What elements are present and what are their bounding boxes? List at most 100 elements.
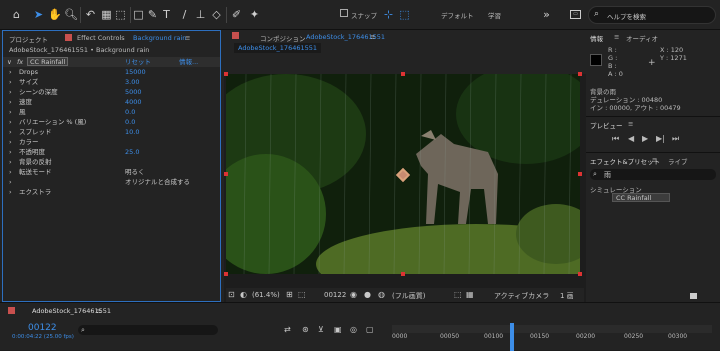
bounding-handle[interactable] bbox=[578, 272, 582, 276]
comp-flow-tab[interactable]: AdobeStock_176461551 bbox=[234, 43, 322, 53]
resolution-select[interactable]: (フル画質) bbox=[392, 291, 425, 301]
panel-menu-icon[interactable]: ≡ bbox=[370, 33, 375, 41]
workspace-default[interactable]: デフォルト bbox=[441, 10, 474, 20]
property-row[interactable]: スプレッド 10.0 › bbox=[3, 127, 220, 137]
roto-brush-icon[interactable]: ✐ bbox=[230, 8, 243, 21]
timeline-search[interactable]: ⌕ bbox=[78, 325, 218, 335]
chevron-right-icon[interactable]: › bbox=[9, 177, 12, 187]
chevron-right-icon[interactable]: › bbox=[9, 167, 12, 177]
camera-tool-icon[interactable]: ▦ bbox=[100, 8, 113, 21]
hand-tool-icon[interactable]: ✋ bbox=[48, 8, 62, 21]
property-row[interactable]: サイズ 3.00 › bbox=[3, 77, 220, 87]
property-value[interactable]: 15000 bbox=[125, 67, 146, 77]
panel-menu-icon[interactable]: ≡ bbox=[614, 33, 619, 41]
property-value[interactable]: 明るく bbox=[125, 167, 145, 177]
roi-icon[interactable]: ⬚ bbox=[454, 290, 462, 299]
anchor-tool-icon[interactable]: ⬚ bbox=[114, 8, 127, 21]
selection-tool-icon[interactable]: ➤ bbox=[32, 8, 45, 21]
rotate-tool-icon[interactable]: ↶ bbox=[84, 8, 97, 21]
channel-icon[interactable]: ◍ bbox=[378, 290, 385, 299]
playhead[interactable] bbox=[510, 323, 514, 351]
pen-tool-icon[interactable]: ✎ bbox=[146, 8, 159, 21]
graph-editor-icon[interactable]: ▢ bbox=[366, 325, 374, 334]
bounding-handle[interactable] bbox=[578, 72, 582, 76]
comp-mini-flow-icon[interactable]: ⇄ bbox=[284, 325, 291, 334]
play-icon[interactable]: ▶ bbox=[642, 134, 648, 143]
property-row[interactable]: 速度 4000 › bbox=[3, 97, 220, 107]
snap-checkbox[interactable] bbox=[340, 9, 348, 17]
bounding-handle[interactable] bbox=[401, 272, 405, 276]
new-folder-icon[interactable] bbox=[690, 293, 697, 299]
property-row[interactable]: 不透明度 25.0 › bbox=[3, 147, 220, 157]
snap-icon[interactable]: ⊹ bbox=[382, 8, 395, 21]
property-value[interactable]: オリジナルと合成する bbox=[125, 177, 190, 187]
first-frame-icon[interactable]: ⏮ bbox=[612, 134, 619, 144]
tab-info[interactable]: 情報 bbox=[590, 33, 603, 43]
property-value[interactable]: 4000 bbox=[125, 97, 142, 107]
reset-button[interactable]: リセット bbox=[125, 57, 151, 67]
property-row[interactable]: Drops 15000 › bbox=[3, 67, 220, 77]
region-icon[interactable]: ⊡ bbox=[228, 290, 235, 299]
stamp-tool-icon[interactable]: ⊥ bbox=[194, 8, 207, 21]
prev-frame-icon[interactable]: ◀ bbox=[628, 134, 634, 143]
timecode[interactable]: 00122 bbox=[324, 291, 346, 299]
tab-audio[interactable]: オーディオ bbox=[626, 33, 658, 43]
property-value[interactable]: 5000 bbox=[125, 87, 142, 97]
tab-project[interactable]: プロジェクト bbox=[9, 34, 48, 44]
help-search-input[interactable]: ヘルプを検索 bbox=[607, 11, 646, 21]
chevron-down-icon[interactable]: ∨ bbox=[7, 57, 12, 67]
bounding-handle[interactable] bbox=[224, 172, 228, 176]
info-button[interactable]: 情報... bbox=[179, 57, 198, 67]
effects-search-input[interactable]: 雨 bbox=[604, 170, 611, 180]
show-snapshot-icon[interactable]: ● bbox=[364, 290, 371, 299]
property-value[interactable]: 25.0 bbox=[125, 147, 139, 157]
bounding-handle[interactable] bbox=[401, 72, 405, 76]
motion-blur-icon[interactable]: ◎ bbox=[350, 325, 357, 334]
eraser-tool-icon[interactable]: ◇ bbox=[210, 8, 223, 21]
rectangle-tool-icon[interactable]: □ bbox=[132, 8, 145, 21]
workspace-more-icon[interactable]: » bbox=[540, 8, 553, 21]
property-row[interactable]: 風 0.0 › bbox=[3, 107, 220, 117]
property-row[interactable]: オリジナルと合成する › bbox=[3, 177, 220, 187]
tab-effect-controls[interactable]: Effect Controls bbox=[77, 34, 125, 42]
workspace-learn[interactable]: 学習 bbox=[488, 10, 501, 20]
property-row[interactable]: カラー › bbox=[3, 137, 220, 147]
timeline-close-icon[interactable] bbox=[8, 307, 15, 314]
last-frame-icon[interactable]: ⏭ bbox=[672, 134, 679, 144]
mask-icon[interactable]: ◐ bbox=[240, 290, 247, 299]
camera-select[interactable]: アクティブカメラ bbox=[494, 291, 549, 301]
grid-icon[interactable]: ⊞ bbox=[286, 290, 293, 299]
toggle-transparency-icon[interactable]: ▦ bbox=[466, 290, 474, 299]
shy-icon[interactable]: ⊻ bbox=[318, 325, 324, 334]
chevron-right-icon[interactable]: › bbox=[9, 107, 12, 117]
transparency-icon[interactable]: ⬚ bbox=[298, 290, 306, 299]
composition-viewer[interactable] bbox=[226, 74, 580, 274]
panel-menu-icon[interactable]: ≡ bbox=[628, 120, 633, 128]
chevron-right-icon[interactable]: › bbox=[9, 87, 12, 97]
property-row[interactable]: シーンの深度 5000 › bbox=[3, 87, 220, 97]
brush-tool-icon[interactable]: / bbox=[178, 8, 191, 21]
work-area-bar[interactable] bbox=[392, 325, 712, 333]
chevron-right-icon[interactable]: › bbox=[9, 97, 12, 107]
chevron-right-icon[interactable]: › bbox=[9, 147, 12, 157]
chevron-right-icon[interactable]: › bbox=[9, 157, 12, 167]
type-tool-icon[interactable]: T bbox=[160, 8, 173, 21]
help-search[interactable]: ⌕ ヘルプを検索 bbox=[588, 6, 716, 24]
puppet-pin-icon[interactable]: ✦ bbox=[248, 8, 261, 21]
zoom-tool-icon[interactable]: 🔍︎ bbox=[64, 8, 78, 21]
property-value[interactable]: 0.0 bbox=[125, 117, 135, 127]
property-value[interactable]: 3.00 bbox=[125, 77, 139, 87]
tab-effects-presets[interactable]: エフェクト&プリセット bbox=[590, 156, 660, 166]
property-row[interactable]: 背景の反射 › bbox=[3, 157, 220, 167]
frame-blend-icon[interactable]: ▣ bbox=[334, 325, 342, 334]
property-row[interactable]: エクストラ › bbox=[3, 187, 220, 197]
snapshot-icon[interactable]: ◉ bbox=[350, 290, 357, 299]
property-value[interactable]: 10.0 bbox=[125, 127, 139, 137]
bounding-handle[interactable] bbox=[578, 172, 582, 176]
effect-header-row[interactable]: ∨ fx CC Rainfall リセット 情報... bbox=[3, 57, 220, 67]
effect-item-cc-rainfall[interactable]: CC Rainfall bbox=[612, 193, 670, 202]
tab-effect-layer[interactable]: Background rain bbox=[133, 34, 186, 42]
chevron-right-icon[interactable]: › bbox=[9, 127, 12, 137]
panel-menu-icon[interactable]: ≡ bbox=[96, 307, 101, 315]
view-layout-select[interactable]: 1 画 bbox=[560, 291, 574, 301]
